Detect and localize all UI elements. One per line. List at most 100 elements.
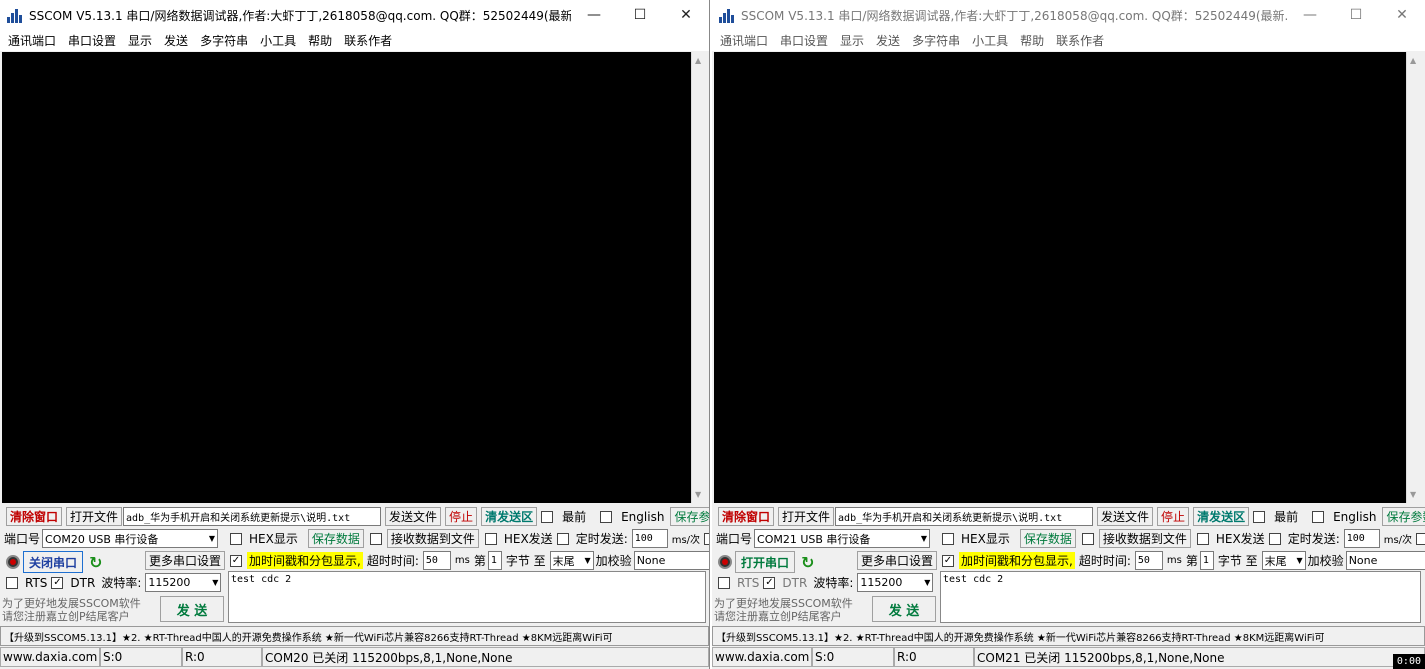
stop-button[interactable]: 停止 (1157, 507, 1190, 526)
recv-to-file-checkbox[interactable] (1081, 532, 1094, 545)
news-ticker[interactable]: 【升级到SSCOM5.13.1】★2. ★RT-Thread中国人的开源免费操作… (0, 626, 709, 646)
hex-display-checkbox[interactable] (230, 532, 242, 545)
send-file-button[interactable]: 发送文件 (1097, 507, 1154, 526)
menu-item[interactable]: 小工具 (966, 32, 1014, 49)
title-bar[interactable]: SSCOM V5.13.1 串口/网络数据调试器,作者:大虾丁丁,2618058… (712, 0, 1425, 30)
stop-button[interactable]: 停止 (445, 507, 478, 526)
english-checkbox[interactable] (600, 510, 613, 523)
rts-checkbox[interactable] (718, 576, 730, 589)
send-button[interactable]: 发 送 (160, 596, 224, 622)
timed-interval-input[interactable]: 100 (1343, 529, 1380, 548)
menu-item[interactable]: 小工具 (254, 32, 302, 49)
menu-item[interactable]: 通讯端口 (714, 32, 774, 49)
menu-item[interactable]: 串口设置 (62, 32, 122, 49)
recv-to-file-button[interactable]: 接收数据到文件 (386, 529, 479, 548)
send-button[interactable]: 发 送 (872, 596, 936, 622)
menu-item[interactable]: 发送 (158, 32, 194, 49)
save-params-button[interactable]: 保存参数 (1382, 507, 1425, 526)
clear-send-button[interactable]: 清发送区 (1193, 507, 1250, 526)
timestamp-checkbox[interactable] (230, 554, 242, 567)
menu-item[interactable]: 多字符串 (194, 32, 254, 49)
timed-send-checkbox[interactable] (1268, 532, 1281, 545)
menu-item[interactable]: 帮助 (302, 32, 338, 49)
extra-checkbox[interactable] (1416, 532, 1425, 545)
close-button[interactable]: ✕ (663, 0, 709, 30)
vertical-scrollbar[interactable]: ▲ ▼ (1406, 52, 1421, 503)
title-bar[interactable]: SSCOM V5.13.1 串口/网络数据调试器,作者:大虾丁丁,2618058… (0, 0, 709, 30)
menu-item[interactable]: 显示 (122, 32, 158, 49)
topmost-checkbox[interactable] (541, 510, 554, 523)
menu-item[interactable]: 联系作者 (338, 32, 398, 49)
send-textarea[interactable]: test cdc 2 (228, 571, 706, 623)
timeout-input[interactable]: 50 (422, 551, 451, 570)
dtr-checkbox[interactable] (763, 576, 776, 589)
save-data-button[interactable]: 保存数据 (307, 529, 364, 548)
menu-item[interactable]: 帮助 (1014, 32, 1050, 49)
rts-checkbox[interactable] (6, 576, 18, 589)
maximize-button[interactable]: ☐ (617, 0, 663, 30)
scroll-up-icon[interactable]: ▲ (1410, 56, 1416, 65)
status-sent: S:0 (100, 647, 182, 667)
timeout-input[interactable]: 50 (1134, 551, 1163, 570)
port-select[interactable]: COM21 USB 串行设备 ▼ (754, 529, 931, 548)
english-checkbox[interactable] (1312, 510, 1325, 523)
send-textarea[interactable]: test cdc 2 (940, 571, 1421, 623)
status-site[interactable]: www.daxia.com (712, 647, 812, 667)
refresh-icon[interactable]: ↻ (89, 553, 102, 572)
clear-send-button[interactable]: 清发送区 (481, 507, 538, 526)
timed-send-checkbox[interactable] (556, 532, 569, 545)
menu-item[interactable]: 发送 (870, 32, 906, 49)
timestamp-checkbox[interactable] (942, 554, 954, 567)
more-settings-button[interactable]: 更多串口设置 (857, 551, 938, 570)
minimize-button[interactable]: — (571, 0, 617, 30)
recv-to-file-checkbox[interactable] (369, 532, 382, 545)
menu-item[interactable]: 通讯端口 (2, 32, 62, 49)
hex-send-checkbox[interactable] (484, 532, 497, 545)
timed-interval-input[interactable]: 100 (631, 529, 668, 548)
menu-item[interactable]: 多字符串 (906, 32, 966, 49)
status-site[interactable]: www.daxia.com (0, 647, 100, 667)
minimize-button[interactable]: — (1287, 0, 1333, 30)
extra-checkbox[interactable] (704, 532, 709, 545)
checksum-select[interactable]: None (1345, 551, 1425, 570)
baud-select[interactable]: 115200 ▼ (145, 573, 222, 592)
menu-item[interactable]: 联系作者 (1050, 32, 1110, 49)
save-data-button[interactable]: 保存数据 (1019, 529, 1076, 548)
clear-window-button[interactable]: 清除窗口 (718, 507, 775, 526)
byte-index-input[interactable]: 1 (1199, 551, 1214, 570)
vertical-scrollbar[interactable]: ▲ ▼ (691, 52, 706, 503)
receive-area[interactable] (2, 52, 691, 503)
checksum-select[interactable]: None (633, 551, 709, 570)
open-port-button[interactable]: 关闭串口 (23, 551, 84, 573)
receive-area[interactable] (714, 52, 1406, 503)
menu-item[interactable]: 串口设置 (774, 32, 834, 49)
hex-display-checkbox[interactable] (942, 532, 954, 545)
open-file-button[interactable]: 打开文件 (66, 507, 123, 526)
send-file-button[interactable]: 发送文件 (385, 507, 442, 526)
clear-window-button[interactable]: 清除窗口 (6, 507, 63, 526)
recv-to-file-button[interactable]: 接收数据到文件 (1098, 529, 1191, 548)
maximize-button[interactable]: ☐ (1333, 0, 1379, 30)
hex-send-checkbox[interactable] (1196, 532, 1209, 545)
save-params-button[interactable]: 保存参数 (670, 507, 709, 526)
scroll-down-icon[interactable]: ▼ (695, 490, 701, 499)
news-ticker[interactable]: 【升级到SSCOM5.13.1】★2. ★RT-Thread中国人的开源免费操作… (712, 626, 1425, 646)
more-settings-button[interactable]: 更多串口设置 (145, 551, 226, 570)
end-select[interactable]: 末尾 ▼ (1261, 551, 1306, 570)
chevron-down-icon: ▼ (584, 556, 591, 565)
file-path-input[interactable]: adb_华为手机开启和关闭系统更新提示\说明.txt (123, 507, 382, 526)
port-select[interactable]: COM20 USB 串行设备 ▼ (42, 529, 219, 548)
refresh-icon[interactable]: ↻ (801, 553, 814, 572)
open-file-button[interactable]: 打开文件 (778, 507, 835, 526)
close-button[interactable]: ✕ (1379, 0, 1425, 30)
open-port-button[interactable]: 打开串口 (735, 551, 796, 573)
scroll-down-icon[interactable]: ▼ (1410, 490, 1416, 499)
file-path-input[interactable]: adb_华为手机开启和关闭系统更新提示\说明.txt (835, 507, 1094, 526)
byte-index-input[interactable]: 1 (487, 551, 502, 570)
end-select[interactable]: 末尾 ▼ (549, 551, 594, 570)
dtr-checkbox[interactable] (51, 576, 64, 589)
baud-select[interactable]: 115200 ▼ (857, 573, 934, 592)
topmost-checkbox[interactable] (1253, 510, 1266, 523)
scroll-up-icon[interactable]: ▲ (695, 56, 701, 65)
menu-item[interactable]: 显示 (834, 32, 870, 49)
